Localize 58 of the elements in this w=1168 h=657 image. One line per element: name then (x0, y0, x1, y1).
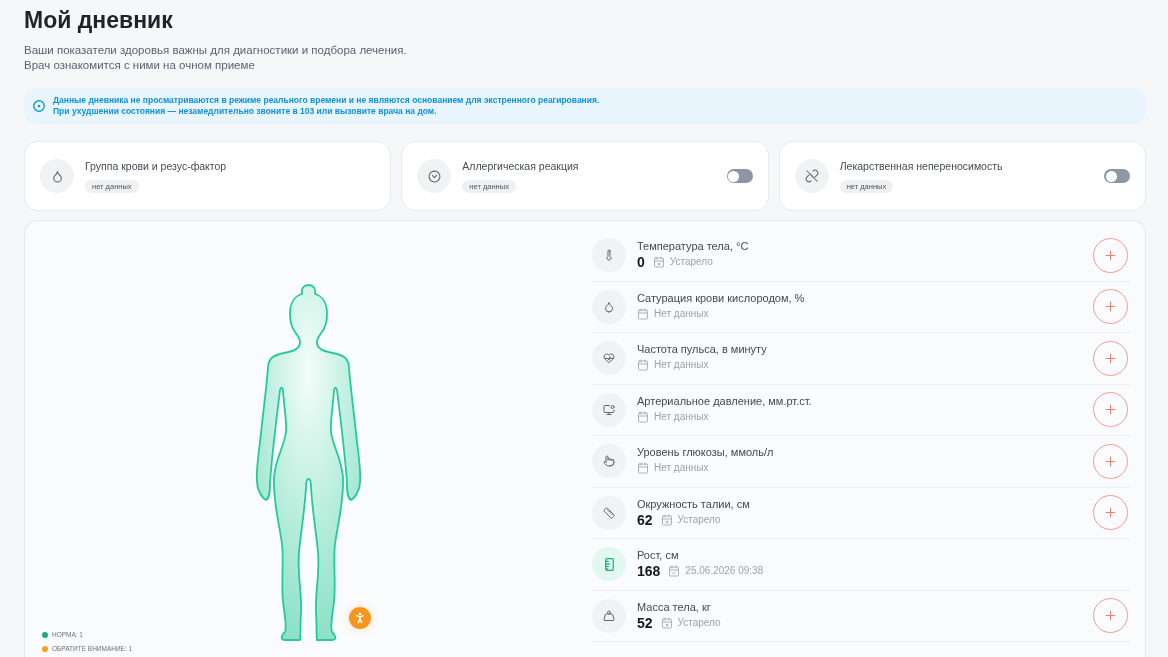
metric-title: Температура тела, °С (637, 239, 749, 254)
notice-text: При ухудшении состояния — незамедлительно звоните в 103 или вызовите врача на дом. (53, 106, 437, 117)
accessibility-button[interactable] (349, 607, 371, 629)
plus-icon (1103, 453, 1118, 469)
calendar-icon (668, 565, 681, 578)
metric-status: Нет данных (654, 409, 709, 424)
metric-row[interactable]: Масса тела, кг 52 Устарело (592, 590, 1131, 642)
metric-row[interactable]: Артериальное давление, мм.рт.ст. Нет данных (592, 384, 1131, 436)
person-icon (353, 611, 367, 625)
metric-status: Нет данных (654, 461, 709, 476)
metric-title: Частота пульса, в минуту (637, 342, 767, 357)
metric-status: Устарело (677, 512, 721, 527)
metric-status: Нет данных (654, 358, 709, 373)
metric-title: Рост, см (637, 548, 679, 563)
calendar-icon (637, 462, 649, 475)
metric-row[interactable]: Сатурация крови кислородом, % Нет данных (592, 281, 1131, 333)
metric-status: Нет данных (654, 306, 709, 321)
metric-title: Окружность талии, см (637, 496, 750, 511)
metric-row[interactable]: Температура тела, °С 0 Устарело (592, 230, 1131, 282)
metric-row[interactable]: Окружность талии, см 62 Устарело (592, 487, 1131, 539)
calendar-icon (637, 359, 649, 372)
toggle-switch[interactable] (1104, 169, 1130, 183)
toggle-switch[interactable] (726, 169, 753, 183)
plus-icon (1103, 247, 1118, 263)
metric-value: 168 (637, 562, 661, 581)
metric-row[interactable]: Частота пульса, в минуту Нет данных (592, 333, 1131, 385)
page-subtitle: Ваши показатели здоровья важны для диагностики и подбора лечения. (24, 43, 407, 58)
card-title: Группа крови и резус-фактор (85, 159, 227, 173)
metric-value: 62 (637, 510, 653, 529)
metric-row[interactable]: Рост, см 168 25.06.2026 09:38 (592, 539, 1131, 591)
info-icon (33, 100, 45, 112)
plus-icon (1103, 402, 1118, 418)
metric-title: Масса тела, кг (637, 599, 711, 614)
metric-status: 25.06.2026 09:38 (685, 564, 764, 579)
calendar-icon (660, 513, 673, 526)
metric-title: Сатурация крови кислородом, % (637, 290, 805, 305)
calendar-icon (660, 616, 673, 629)
metric-value: 52 (637, 613, 653, 632)
plus-icon (1103, 299, 1118, 315)
page-title: Мой дневник (24, 6, 173, 34)
calendar-icon (652, 256, 665, 269)
metric-status: Устарело (669, 255, 713, 270)
calendar-icon (637, 307, 649, 320)
card-title: Лекарственная непереносимость (839, 159, 1003, 173)
plus-icon (1103, 350, 1118, 366)
metric-status: Устарело (677, 615, 721, 630)
notice-text: Данные дневника не просматриваются в режиме реального времени и не являются основанием для экстренного реагирования. (53, 95, 600, 106)
plus-icon (1103, 608, 1118, 624)
metric-title: Уровень глюкозы, ммоль/л (637, 445, 774, 460)
calendar-icon (637, 410, 649, 423)
page-subtitle: Врач ознакомится с ними на очном приеме (24, 58, 255, 73)
metric-value: 0 (637, 253, 645, 272)
metric-row[interactable]: Уровень глюкозы, ммоль/л Нет данных (592, 436, 1131, 488)
crossed-pill-icon (794, 159, 829, 193)
plus-icon (1103, 505, 1118, 521)
metric-title: Артериальное давление, мм.рт.ст. (637, 393, 812, 408)
card-title: Аллергическая реакция (462, 159, 579, 173)
droplet-icon (40, 159, 74, 193)
